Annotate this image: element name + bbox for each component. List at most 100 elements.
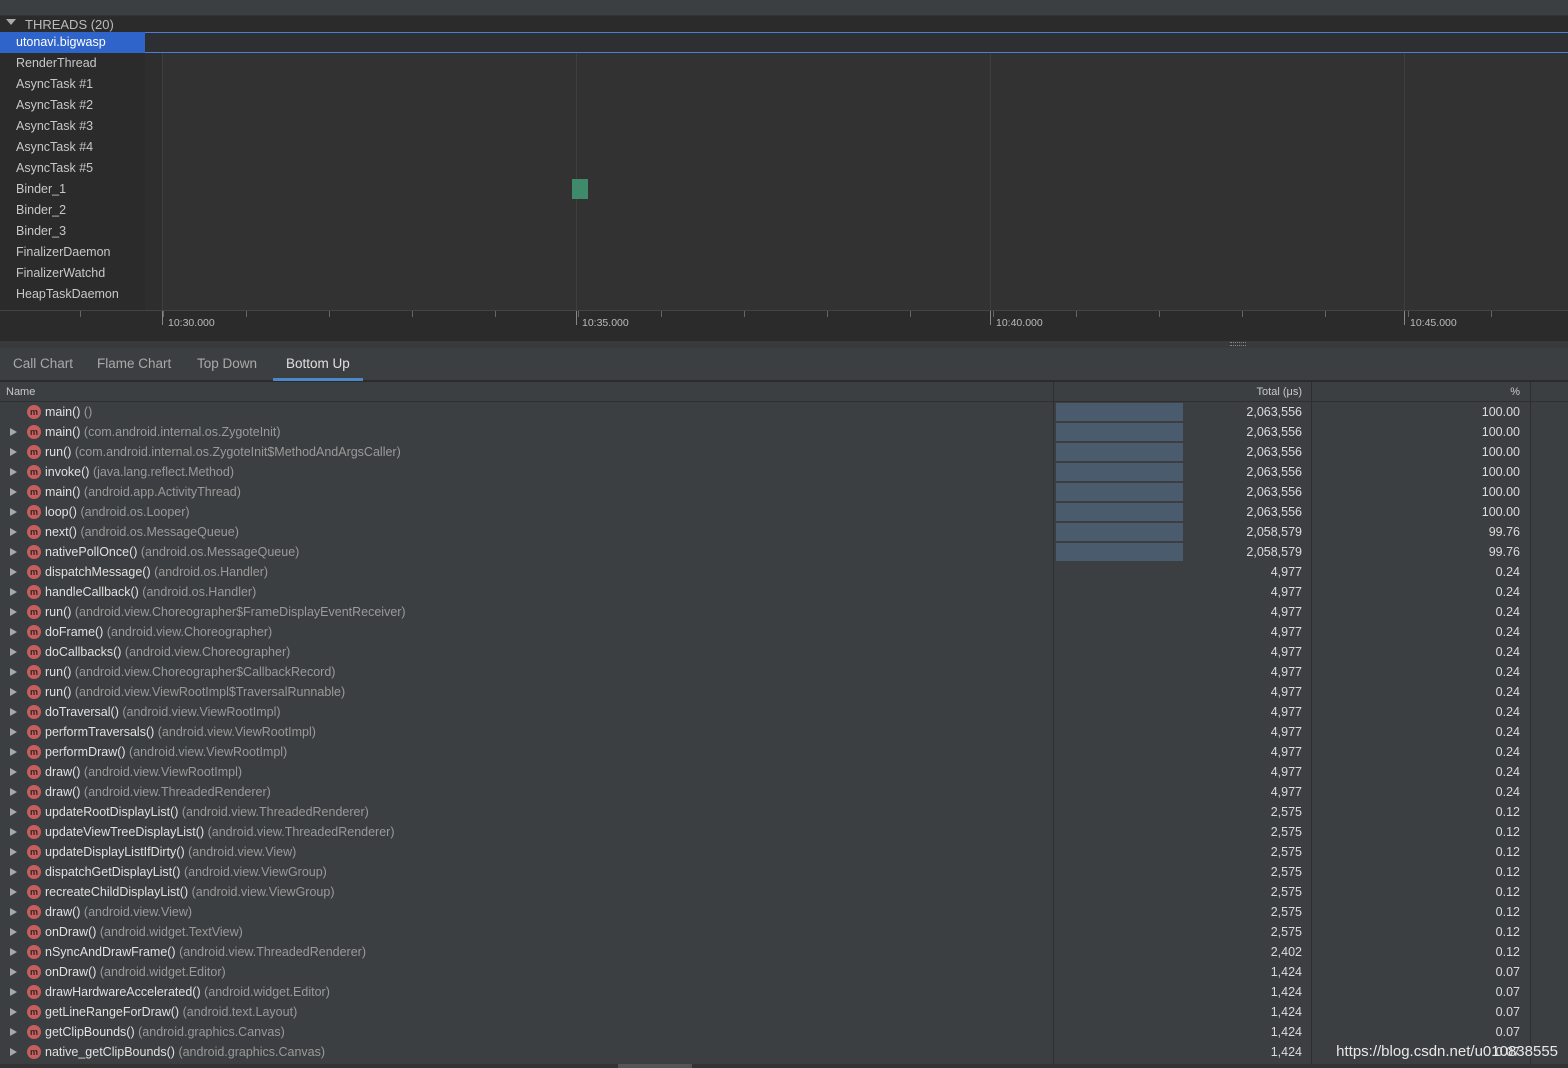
thread-item[interactable]: AsyncTask #1 [0, 74, 145, 95]
table-row[interactable]: m main() (android.app.ActivityThread) 2,06… [0, 482, 1568, 502]
expand-arrow-icon[interactable] [10, 708, 17, 716]
expand-arrow-icon[interactable] [10, 468, 17, 476]
table-row[interactable]: m onDraw() (android.widget.TextView) 2,575… [0, 922, 1568, 942]
panel-splitter[interactable] [0, 340, 1568, 348]
thread-item[interactable]: RenderThread [0, 53, 145, 74]
expand-arrow-icon[interactable] [10, 448, 17, 456]
expand-arrow-icon[interactable] [10, 768, 17, 776]
table-row[interactable]: m updateViewTreeDisplayList() (android.vi… [0, 822, 1568, 842]
expand-arrow-icon[interactable] [10, 748, 17, 756]
table-row[interactable]: m doTraversal() (android.view.ViewRootImp… [0, 702, 1568, 722]
table-row[interactable]: m run() (android.view.ViewRootImpl$Traver… [0, 682, 1568, 702]
table-row[interactable]: m run() (com.android.internal.os.ZygoteIn… [0, 442, 1568, 462]
table-row[interactable]: m updateDisplayListIfDirty() (android.vie… [0, 842, 1568, 862]
expand-arrow-icon[interactable] [10, 1008, 17, 1016]
expand-arrow-icon[interactable] [10, 1028, 17, 1036]
thread-activity-block[interactable] [572, 179, 588, 199]
tab-bottom-up[interactable]: Bottom Up [273, 348, 363, 381]
table-row[interactable]: m nativePollOnce() (android.os.MessageQue… [0, 542, 1568, 562]
thread-timeline[interactable] [145, 32, 1568, 310]
expand-arrow-icon[interactable] [10, 828, 17, 836]
table-row[interactable]: m nSyncAndDrawFrame() (android.view.Threa… [0, 942, 1568, 962]
thread-item[interactable]: AsyncTask #4 [0, 137, 145, 158]
thread-item[interactable]: utonavi.bigwasp [0, 32, 145, 53]
expand-arrow-icon[interactable] [10, 948, 17, 956]
selected-thread-band[interactable] [145, 32, 1568, 53]
expand-arrow-icon[interactable] [10, 808, 17, 816]
thread-item[interactable]: FinalizerDaemon [0, 242, 145, 263]
thread-item[interactable]: AsyncTask #3 [0, 116, 145, 137]
table-row[interactable]: m run() (android.view.Choreographer$Frame… [0, 602, 1568, 622]
scrollbar-thumb[interactable] [618, 1064, 692, 1068]
table-row[interactable]: m draw() (android.view.ThreadedRenderer) 4… [0, 782, 1568, 802]
column-header-name[interactable]: Name [6, 386, 35, 398]
expand-arrow-icon[interactable] [10, 868, 17, 876]
expand-arrow-icon[interactable] [10, 1048, 17, 1056]
thread-item[interactable]: HeapTaskDaemon [0, 284, 145, 305]
time-axis[interactable]: 10:30.000 10:35.000 10:40.000 10:45.000 [0, 310, 1568, 340]
table-row[interactable]: m draw() (android.view.ViewRootImpl) 4,977… [0, 762, 1568, 782]
threads-header[interactable]: THREADS (20) [0, 16, 1568, 32]
expand-arrow-icon[interactable] [10, 988, 17, 996]
expand-arrow-icon[interactable] [10, 488, 17, 496]
expand-arrow-icon[interactable] [10, 508, 17, 516]
expand-arrow-icon[interactable] [10, 588, 17, 596]
expand-arrow-icon[interactable] [10, 648, 17, 656]
table-row[interactable]: m recreateChildDisplayList() (android.vie… [0, 882, 1568, 902]
expand-arrow-icon[interactable] [10, 668, 17, 676]
table-row[interactable]: m doCallbacks() (android.view.Choreograph… [0, 642, 1568, 662]
expand-arrow-icon[interactable] [10, 608, 17, 616]
expand-arrow-icon[interactable] [10, 888, 17, 896]
table-row[interactable]: m main() (com.android.internal.os.ZygoteI… [0, 422, 1568, 442]
expand-arrow-icon[interactable] [10, 548, 17, 556]
table-row[interactable]: m getLineRangeForDraw() (android.text.Lay… [0, 1002, 1568, 1022]
expand-arrow-icon[interactable] [10, 788, 17, 796]
table-row[interactable]: m performDraw() (android.view.ViewRootImp… [0, 742, 1568, 762]
column-header-total[interactable]: Total (μs) [1054, 386, 1302, 398]
method-signature: updateViewTreeDisplayList() [45, 825, 205, 839]
table-row[interactable]: m invoke() (java.lang.reflect.Method) 2,06… [0, 462, 1568, 482]
table-row[interactable]: m doFrame() (android.view.Choreographer) 4… [0, 622, 1568, 642]
total-value: 2,575 [1270, 865, 1302, 879]
method-name: next() (android.os.MessageQueue) [45, 522, 239, 542]
table-row[interactable]: m dispatchGetDisplayList() (android.view.… [0, 862, 1568, 882]
thread-item[interactable]: FinalizerWatchd [0, 263, 145, 284]
table-row[interactable]: m drawHardwareAccelerated() (android.widg… [0, 982, 1568, 1002]
table-row[interactable]: m onDraw() (android.widget.Editor) 1,424 0.… [0, 962, 1568, 982]
expand-arrow-icon[interactable] [10, 628, 17, 636]
tab-top-down[interactable]: Top Down [184, 348, 270, 381]
tab-call-chart[interactable]: Call Chart [0, 348, 86, 381]
expand-arrow-icon[interactable] [10, 728, 17, 736]
expand-arrow-icon[interactable] [10, 848, 17, 856]
table-row[interactable]: m handleCallback() (android.os.Handler) 4,… [0, 582, 1568, 602]
expand-arrow-icon[interactable] [10, 428, 17, 436]
thread-item[interactable]: Binder_1 [0, 179, 145, 200]
expand-arrow-icon[interactable] [10, 908, 17, 916]
table-row[interactable]: m performTraversals() (android.view.ViewR… [0, 722, 1568, 742]
table-row[interactable]: m draw() (android.view.View) 2,575 0.12 [0, 902, 1568, 922]
table-row[interactable]: m getClipBounds() (android.graphics.Canva… [0, 1022, 1568, 1042]
splitter-grip-icon[interactable] [1230, 342, 1246, 346]
table-row[interactable]: m dispatchMessage() (android.os.Handler) 4… [0, 562, 1568, 582]
table-row[interactable]: m main() () 2,063,556 100.00 [0, 402, 1568, 422]
thread-item[interactable]: AsyncTask #5 [0, 158, 145, 179]
collapse-triangle-icon[interactable] [6, 19, 16, 25]
horizontal-scrollbar[interactable] [0, 1064, 1568, 1068]
table-row[interactable]: m next() (android.os.MessageQueue) 2,058,5… [0, 522, 1568, 542]
thread-item[interactable]: Binder_3 [0, 221, 145, 242]
expand-arrow-icon[interactable] [10, 528, 17, 536]
method-name: dispatchMessage() (android.os.Handler) [45, 562, 268, 582]
table-row[interactable]: m loop() (android.os.Looper) 2,063,556 100.… [0, 502, 1568, 522]
tab-flame-chart[interactable]: Flame Chart [84, 348, 184, 381]
expand-arrow-icon[interactable] [10, 688, 17, 696]
thread-item[interactable]: AsyncTask #2 [0, 95, 145, 116]
column-header-percent[interactable]: % [1312, 386, 1520, 398]
table-row[interactable]: m native_getClipBounds() (android.graphic… [0, 1042, 1568, 1062]
table-row[interactable]: m run() (android.view.Choreographer$Callb… [0, 662, 1568, 682]
thread-item[interactable]: Binder_2 [0, 200, 145, 221]
method-name: onDraw() (android.widget.Editor) [45, 962, 226, 982]
table-row[interactable]: m updateRootDisplayList() (android.view.T… [0, 802, 1568, 822]
expand-arrow-icon[interactable] [10, 968, 17, 976]
expand-arrow-icon[interactable] [10, 568, 17, 576]
expand-arrow-icon[interactable] [10, 928, 17, 936]
